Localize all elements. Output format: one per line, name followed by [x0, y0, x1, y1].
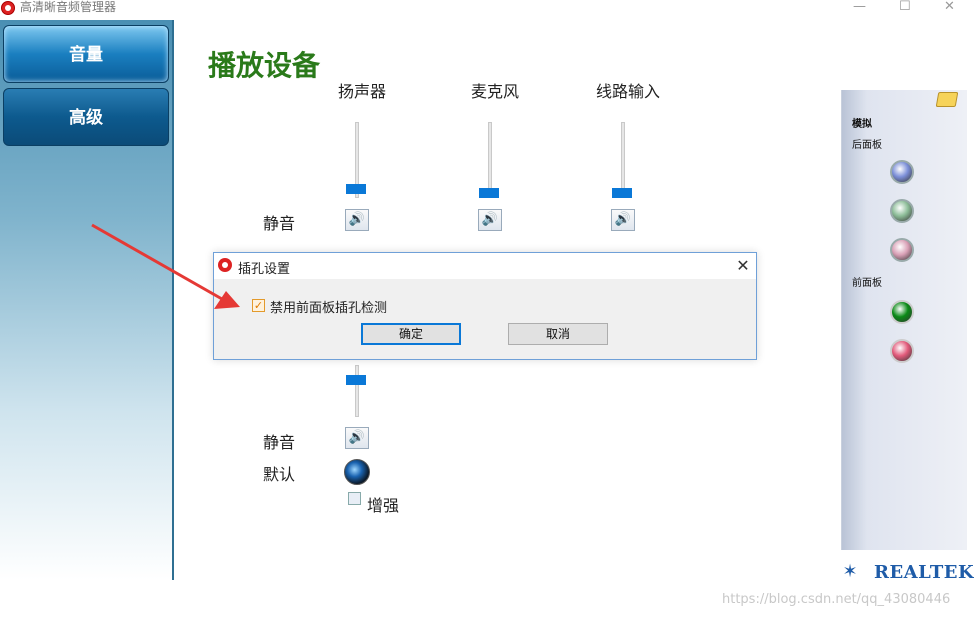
watermark: https://blog.csdn.net/qq_43080446	[722, 592, 951, 607]
default-label: 默认	[263, 465, 296, 484]
disable-front-jack-detection-checkbox[interactable]: ✓	[252, 299, 265, 312]
microphone-volume-thumb[interactable]	[479, 188, 499, 198]
second-mute-icon[interactable]: 🔊	[345, 427, 369, 449]
line-in-volume-thumb[interactable]	[612, 188, 632, 198]
front-pink-jack-icon[interactable]	[890, 339, 914, 363]
pink-jack-icon[interactable]	[890, 238, 914, 262]
dialog-app-icon	[218, 258, 232, 272]
column-label-line-in: 线路输入	[595, 82, 660, 101]
enhance-checkbox[interactable]	[348, 492, 361, 505]
line-in-mute-icon[interactable]: 🔊	[611, 209, 635, 231]
line-in-volume-slider[interactable]	[621, 122, 625, 198]
ok-button[interactable]: 确定	[361, 323, 461, 345]
sidebar: 音量 高级	[0, 20, 174, 580]
disable-front-jack-detection-label: 禁用前面板插孔检测	[270, 301, 388, 316]
default-device-icon[interactable]	[344, 459, 370, 485]
dialog-title: 插孔设置	[238, 262, 291, 277]
jack-settings-dialog: 插孔设置 ✕ ✓ 禁用前面板插孔检测 确定 取消	[213, 252, 757, 360]
second-volume-thumb[interactable]	[346, 375, 366, 385]
dialog-close-icon[interactable]: ✕	[732, 255, 754, 277]
cancel-button[interactable]: 取消	[508, 323, 608, 345]
enhance-label: 增强	[367, 496, 400, 515]
second-volume-slider[interactable]	[355, 365, 359, 417]
blue-jack-icon[interactable]	[890, 160, 914, 184]
mute-label: 静音	[263, 214, 296, 233]
front-green-jack-icon[interactable]	[890, 300, 914, 324]
window-title: 高清晰音频管理器	[20, 0, 117, 14]
sidebar-item-advanced[interactable]: 高级	[3, 88, 169, 146]
analog-section-title: 模拟	[852, 119, 872, 130]
back-panel-label: 后面板	[852, 140, 882, 151]
page-title: 播放设备	[208, 49, 321, 82]
realtek-wordmark: REALTEK	[874, 562, 974, 583]
microphone-mute-icon[interactable]: 🔊	[478, 209, 502, 231]
title-bar: 高清晰音频管理器 — ☐ ✕	[0, 0, 974, 20]
dialog-title-bar: 插孔设置 ✕	[214, 253, 756, 279]
app-icon	[1, 1, 15, 15]
front-panel-label: 前面板	[852, 278, 882, 289]
realtek-crab-logo: ✶	[842, 561, 858, 582]
column-label-microphone: 麦克风	[470, 82, 519, 101]
column-label-speaker: 扬声器	[337, 82, 386, 101]
minimize-button[interactable]: —	[853, 0, 866, 14]
close-button[interactable]: ✕	[944, 0, 955, 14]
sidebar-item-volume[interactable]: 音量	[3, 25, 169, 83]
maximize-button[interactable]: ☐	[899, 0, 911, 14]
folder-icon[interactable]	[935, 92, 959, 107]
speaker-mute-icon[interactable]: 🔊	[345, 209, 369, 231]
speaker-volume-thumb[interactable]	[346, 184, 366, 194]
microphone-volume-slider[interactable]	[488, 122, 492, 198]
green-jack-icon[interactable]	[890, 199, 914, 223]
mute-label-2: 静音	[263, 433, 296, 452]
